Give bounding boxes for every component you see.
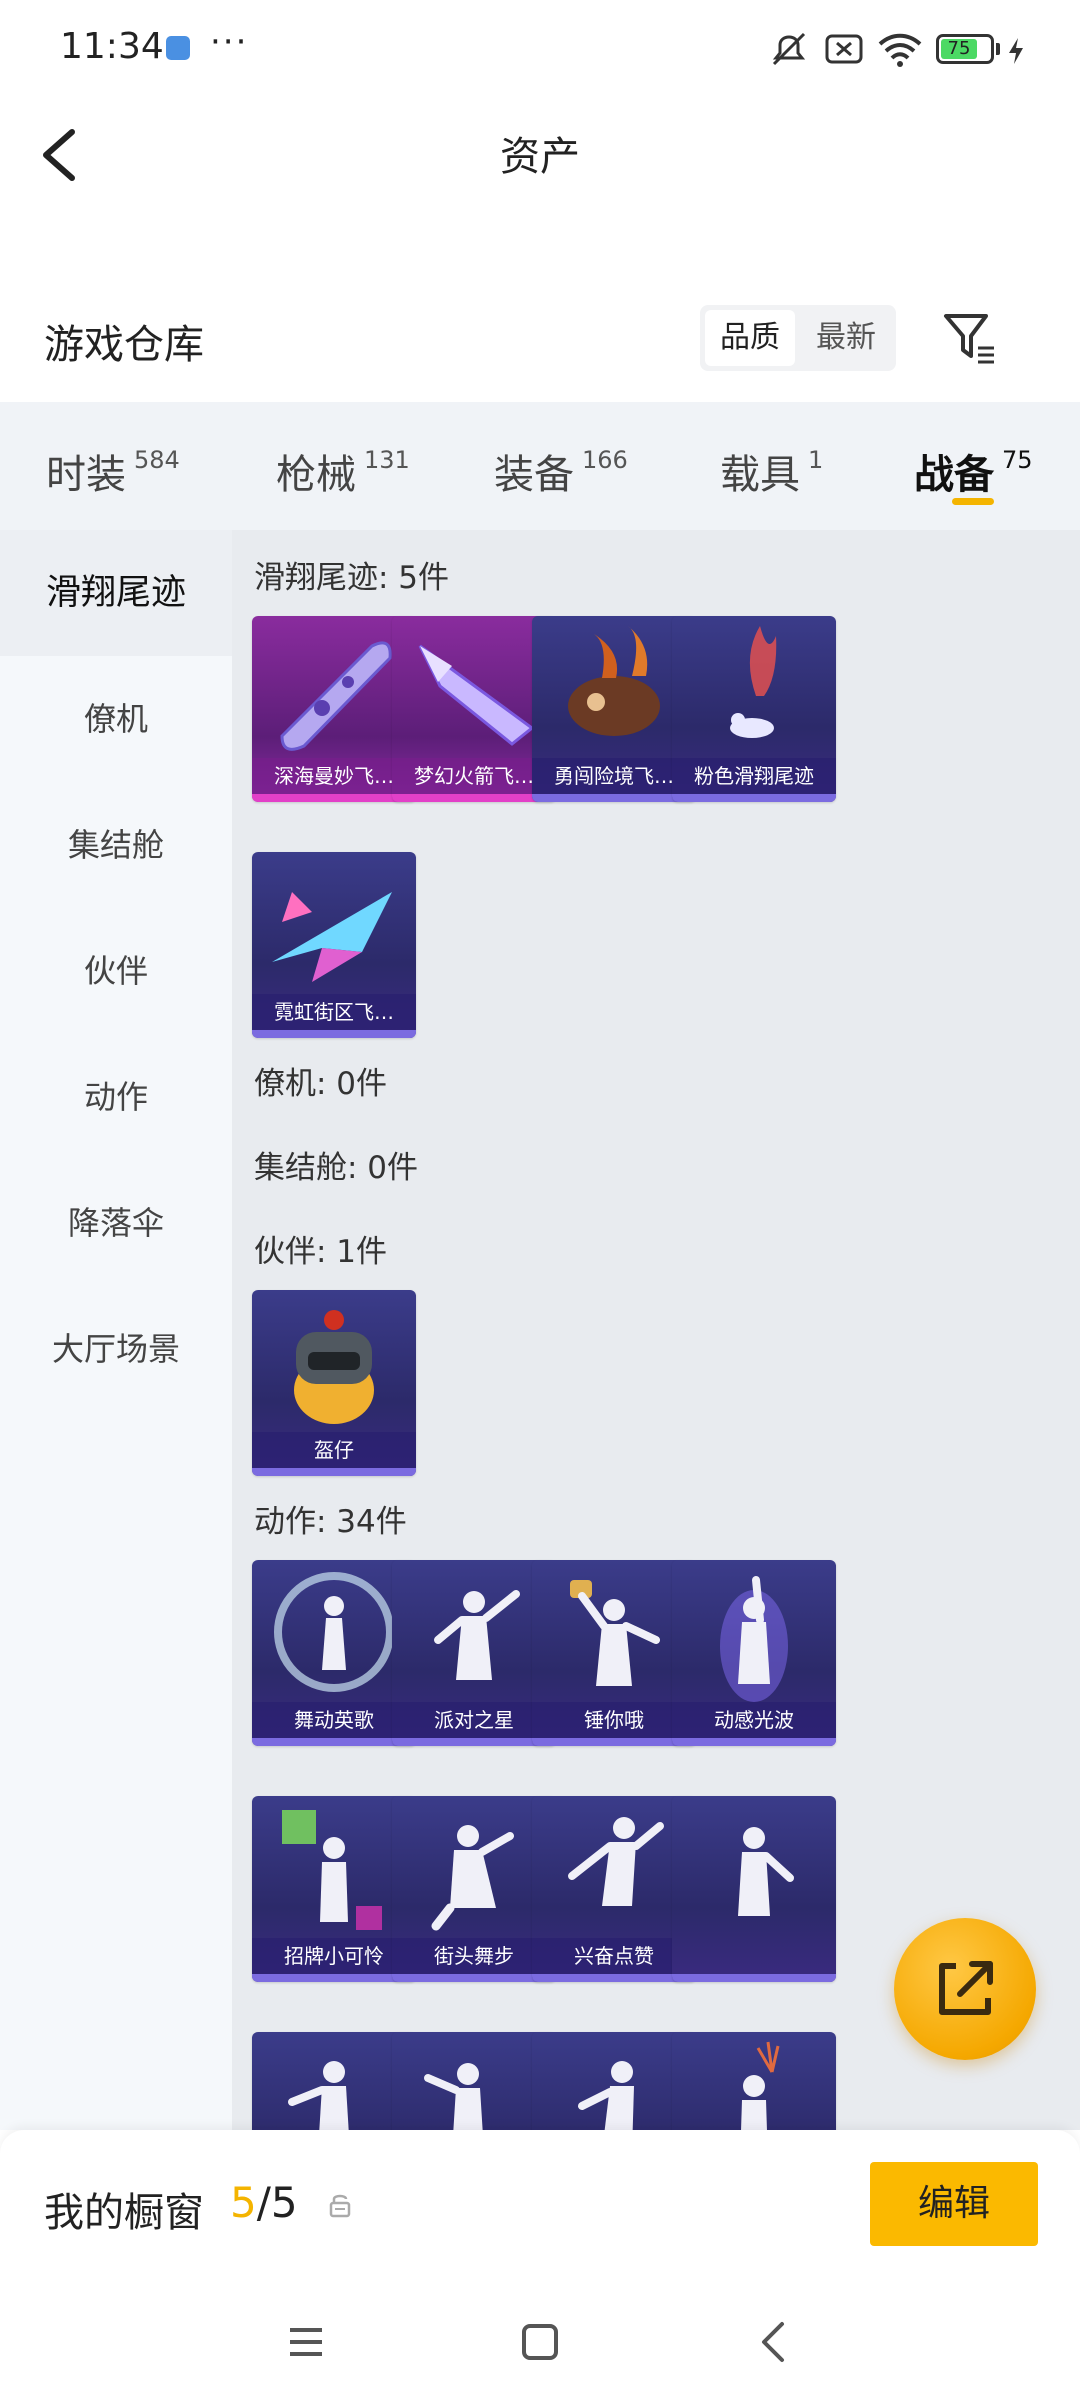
group-header-capsule: 集结舱: 0件 xyxy=(254,1150,419,1186)
showcase-bar: 我的橱窗 5/5 编辑 xyxy=(0,2130,1080,2280)
edit-button[interactable]: 编辑 xyxy=(870,2162,1038,2246)
showcase-label: 我的橱窗 xyxy=(44,2190,204,2236)
sidebar-item-parachute[interactable]: 降落伞 xyxy=(0,1160,232,1286)
sidebar-item-glide-trail[interactable]: 滑翔尾迹 xyxy=(0,530,232,656)
page-title: 资产 xyxy=(500,134,580,180)
dance-emote-art xyxy=(738,1827,794,1916)
battery-icon: 75 xyxy=(936,34,994,64)
tab-weapons[interactable]: 枪械 131 xyxy=(276,442,410,500)
tab-fashion[interactable]: 时装 584 xyxy=(46,442,180,500)
more-notifications-icon: ··· xyxy=(210,22,249,62)
neon-glider-art xyxy=(272,892,392,982)
rarity-strip xyxy=(672,1974,836,1982)
helmet-chick-art xyxy=(294,1310,374,1424)
group-header-partner: 伙伴: 1件 xyxy=(254,1234,388,1270)
active-tab-indicator xyxy=(952,498,994,505)
top-bar: 资产 xyxy=(0,100,1080,210)
category-tabs: 时装 584 枪械 131 装备 166 载具 1 战备 75 xyxy=(0,402,1080,530)
charging-icon xyxy=(1009,38,1023,64)
item-card[interactable] xyxy=(672,2032,836,2130)
sort-toggle: 品质 最新 xyxy=(700,305,896,371)
share-button[interactable] xyxy=(894,1918,1036,2060)
status-time: 11:34 xyxy=(60,26,164,67)
item-card[interactable]: 霓虹街区飞… xyxy=(252,852,416,1038)
sort-newest-button[interactable]: 最新 xyxy=(801,310,891,366)
sidebar-item-lobby-scene[interactable]: 大厅场景 xyxy=(0,1286,232,1412)
lock-icon xyxy=(329,2194,351,2218)
tab-battle-prep[interactable]: 战备 75 xyxy=(914,442,1033,500)
item-card[interactable] xyxy=(672,1796,836,1982)
tab-vehicles[interactable]: 载具 1 xyxy=(720,442,823,500)
menu-icon[interactable] xyxy=(276,2312,336,2372)
rarity-strip xyxy=(252,1030,416,1038)
wifi-icon xyxy=(878,33,922,67)
section-title: 游戏仓库 xyxy=(44,322,204,368)
home-icon[interactable] xyxy=(510,2312,570,2372)
item-name: 盔仔 xyxy=(252,1432,416,1468)
item-name: 霓虹街区飞… xyxy=(252,994,416,1030)
sidebar: 滑翔尾迹 僚机 集结舱 伙伴 动作 降落伞 大厅场景 xyxy=(0,530,232,2130)
rarity-strip xyxy=(672,794,836,802)
rarity-strip xyxy=(672,1738,836,1746)
battery-tip xyxy=(996,43,1000,55)
item-grid: 滑翔尾迹: 5件 深海曼妙飞… 梦幻火箭飞… 勇闯险境飞… 粉色滑翔尾迹 霓虹街… xyxy=(232,530,1080,2130)
sort-quality-button[interactable]: 品质 xyxy=(705,310,795,366)
item-name: 动感光波 xyxy=(672,1702,836,1738)
sidebar-item-capsule[interactable]: 集结舱 xyxy=(0,782,232,908)
item-name: 粉色滑翔尾迹 xyxy=(672,758,836,794)
sidebar-item-partner[interactable]: 伙伴 xyxy=(0,908,232,1034)
sim-off-icon xyxy=(825,34,863,64)
firework-emote-art xyxy=(741,2041,780,2130)
external-link-icon xyxy=(939,1961,993,2015)
lightwave-emote-art xyxy=(720,1576,788,1702)
back-nav-icon[interactable] xyxy=(744,2312,804,2372)
showcase-count: 5/5 xyxy=(230,2178,298,2227)
item-card[interactable]: 盔仔 xyxy=(252,1290,416,1476)
item-card[interactable]: 粉色滑翔尾迹 xyxy=(672,616,836,802)
app-notification-icon xyxy=(166,36,190,60)
sidebar-item-wingman[interactable]: 僚机 xyxy=(0,656,232,782)
status-bar: 11:34 ··· 75 xyxy=(0,0,1080,100)
filter-icon[interactable] xyxy=(940,308,1000,368)
mute-icon xyxy=(772,32,806,66)
system-nav-bar xyxy=(0,2280,1080,2400)
group-header-trail: 滑翔尾迹: 5件 xyxy=(254,560,450,596)
sidebar-item-emote[interactable]: 动作 xyxy=(0,1034,232,1160)
item-card[interactable]: 动感光波 xyxy=(672,1560,836,1746)
pink-trail-art xyxy=(730,626,777,738)
rarity-strip xyxy=(252,1468,416,1476)
group-header-emote: 动作: 34件 xyxy=(254,1504,407,1540)
group-header-wingman: 僚机: 0件 xyxy=(254,1066,388,1102)
tab-equipment[interactable]: 装备 166 xyxy=(494,442,628,500)
